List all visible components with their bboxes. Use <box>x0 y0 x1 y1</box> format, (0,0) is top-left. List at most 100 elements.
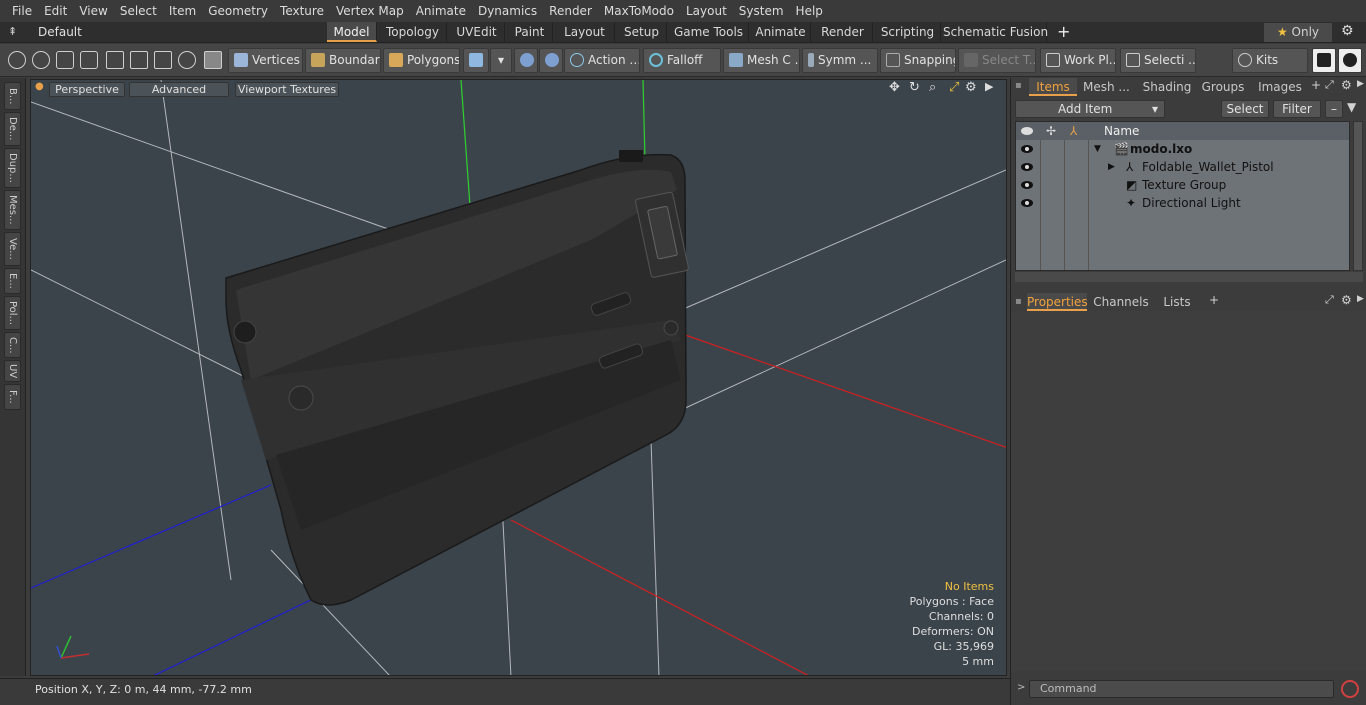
pen-tool-icon[interactable] <box>56 51 74 69</box>
select-through-button[interactable]: Select T... <box>958 48 1036 73</box>
kits-button[interactable]: Kits <box>1232 48 1308 73</box>
panel-gear-icon[interactable]: ⚙ <box>1341 293 1352 307</box>
gear-icon[interactable]: ⚙ <box>1341 23 1354 39</box>
tab-images[interactable]: Images <box>1251 78 1309 96</box>
filter-button[interactable]: Filter <box>1273 100 1321 118</box>
tab-channels[interactable]: Channels <box>1093 293 1149 311</box>
item-row[interactable]: ◩ Texture Group <box>1016 176 1349 194</box>
tab-schematic-fusion[interactable]: Schematic Fusion <box>943 22 1048 42</box>
expand-icon[interactable]: ▶ <box>1108 158 1115 176</box>
tab-layout[interactable]: Layout <box>555 22 615 42</box>
panel-menu-icon[interactable]: ▪ <box>1015 80 1022 91</box>
advanced-button[interactable]: Advanced <box>129 82 229 97</box>
expand-icon[interactable]: ▼ <box>1094 140 1101 158</box>
tab-items[interactable]: Items <box>1029 78 1077 96</box>
layout-up-icon[interactable]: ⇞ <box>8 25 17 38</box>
select-button[interactable]: Select <box>1221 100 1269 118</box>
action-center-button[interactable]: Action … <box>564 48 640 73</box>
move-view-icon[interactable]: ✥ <box>889 80 900 95</box>
menu-maxtomodo[interactable]: MaxToModo <box>598 0 680 22</box>
symmetry-button[interactable]: Symm ... <box>802 48 878 73</box>
tab-render[interactable]: Render <box>813 22 873 42</box>
vtab-polygon[interactable]: Pol... <box>4 296 21 330</box>
menu-dynamics[interactable]: Dynamics <box>472 0 543 22</box>
item-row[interactable]: ▶ ⅄ Foldable_Wallet_Pistol <box>1016 158 1349 176</box>
frame-icon[interactable] <box>154 51 172 69</box>
boundary-button[interactable]: Boundary <box>305 48 381 73</box>
menu-system[interactable]: System <box>733 0 790 22</box>
vtab-curve[interactable]: C... <box>4 332 21 358</box>
panel-arrow-icon[interactable]: ▶ <box>1357 294 1364 304</box>
globe-icon[interactable] <box>32 51 50 69</box>
tab-groups[interactable]: Groups <box>1197 78 1249 96</box>
component-mode-button[interactable] <box>539 48 563 73</box>
only-toggle[interactable]: ★ Only <box>1264 23 1332 42</box>
timer-icon[interactable] <box>178 51 196 69</box>
tab-uvedit[interactable]: UVEdit <box>449 22 505 42</box>
vtab-uv[interactable]: UV <box>4 360 21 382</box>
menu-file[interactable]: File <box>6 0 38 22</box>
menu-render[interactable]: Render <box>543 0 598 22</box>
unity-button[interactable] <box>1312 48 1336 73</box>
tab-scripting[interactable]: Scripting <box>875 22 941 42</box>
tab-properties[interactable]: Properties <box>1027 293 1088 311</box>
add-item-button[interactable]: Add Item ▾ <box>1015 100 1165 118</box>
tab-shading[interactable]: Shading <box>1137 78 1197 96</box>
menu-select[interactable]: Select <box>114 0 163 22</box>
funnel-icon[interactable]: ▼ <box>1347 100 1356 114</box>
viewport-textures-button[interactable]: Viewport Textures <box>235 82 339 97</box>
vtab-mesh-edit[interactable]: Mes... <box>4 190 21 230</box>
vtab-fusion[interactable]: F... <box>4 384 21 410</box>
vtab-vertex[interactable]: Ve... <box>4 232 21 266</box>
tab-paint[interactable]: Paint <box>507 22 553 42</box>
vtab-edge[interactable]: E... <box>4 268 21 294</box>
tab-model[interactable]: Model <box>327 22 377 42</box>
vtab-basic[interactable]: B... <box>4 82 21 110</box>
panel-arrow-icon[interactable]: ▶ <box>1357 79 1364 89</box>
falloff-button[interactable]: Falloff <box>643 48 721 73</box>
add-panel-tab-icon[interactable]: + <box>1209 293 1219 307</box>
visibility-eye-icon[interactable] <box>1021 199 1033 207</box>
tab-game-tools[interactable]: Game Tools <box>669 22 749 42</box>
panel-gear-icon[interactable]: ⚙ <box>1341 78 1352 92</box>
panel-menu-icon[interactable]: ▪ <box>1015 296 1022 307</box>
menu-geometry[interactable]: Geometry <box>202 0 274 22</box>
menu-vertex-map[interactable]: Vertex Map <box>330 0 410 22</box>
splitter-handle[interactable] <box>1015 272 1363 282</box>
menu-edit[interactable]: Edit <box>38 0 73 22</box>
viewport-gear-icon[interactable]: ⚙ <box>965 80 977 95</box>
visibility-eye-icon[interactable] <box>1021 163 1033 171</box>
brush-icon[interactable] <box>80 51 98 69</box>
tab-mesh[interactable]: Mesh ... <box>1083 78 1130 96</box>
menu-animate[interactable]: Animate <box>410 0 472 22</box>
rotate-view-icon[interactable]: ↻ <box>909 80 920 95</box>
tab-animate[interactable]: Animate <box>751 22 811 42</box>
expand-panel-icon[interactable]: ⤢ <box>1325 293 1334 307</box>
align-icon[interactable] <box>106 51 124 69</box>
tab-setup[interactable]: Setup <box>617 22 667 42</box>
grid-snap-icon[interactable] <box>130 51 148 69</box>
expand-panel-icon[interactable]: ⤢ <box>1325 78 1334 92</box>
work-plane-button[interactable]: Work Pl... <box>1040 48 1116 73</box>
selection-sets-button[interactable]: Selecti ... <box>1120 48 1196 73</box>
tab-topology[interactable]: Topology <box>379 22 447 42</box>
unreal-button[interactable] <box>1338 48 1362 73</box>
material-mode-button[interactable] <box>514 48 538 73</box>
3d-viewport[interactable]: ● Perspective Advanced Viewport Textures… <box>30 79 1007 676</box>
item-mode-button[interactable] <box>463 48 489 73</box>
vtab-deform[interactable]: De... <box>4 112 21 146</box>
perspective-button[interactable]: Perspective <box>49 82 125 97</box>
vertices-button[interactable]: Vertices <box>228 48 303 73</box>
record-macro-icon[interactable] <box>1341 680 1359 698</box>
zoom-view-icon[interactable]: ⌕ <box>929 80 936 95</box>
visibility-eye-icon[interactable] <box>1021 181 1033 189</box>
visibility-eye-icon[interactable] <box>1021 145 1033 153</box>
add-panel-tab-icon[interactable]: + <box>1311 78 1321 92</box>
menu-texture[interactable]: Texture <box>274 0 330 22</box>
item-list-scrollbar[interactable] <box>1353 121 1363 271</box>
select-mode-circle-icon[interactable] <box>8 51 26 69</box>
item-row[interactable]: ▼ 🎬 modo.lxo <box>1016 140 1349 158</box>
menu-view[interactable]: View <box>73 0 113 22</box>
fit-view-icon[interactable]: ⤢ <box>949 80 959 95</box>
add-tab-icon[interactable]: + <box>1057 22 1070 42</box>
